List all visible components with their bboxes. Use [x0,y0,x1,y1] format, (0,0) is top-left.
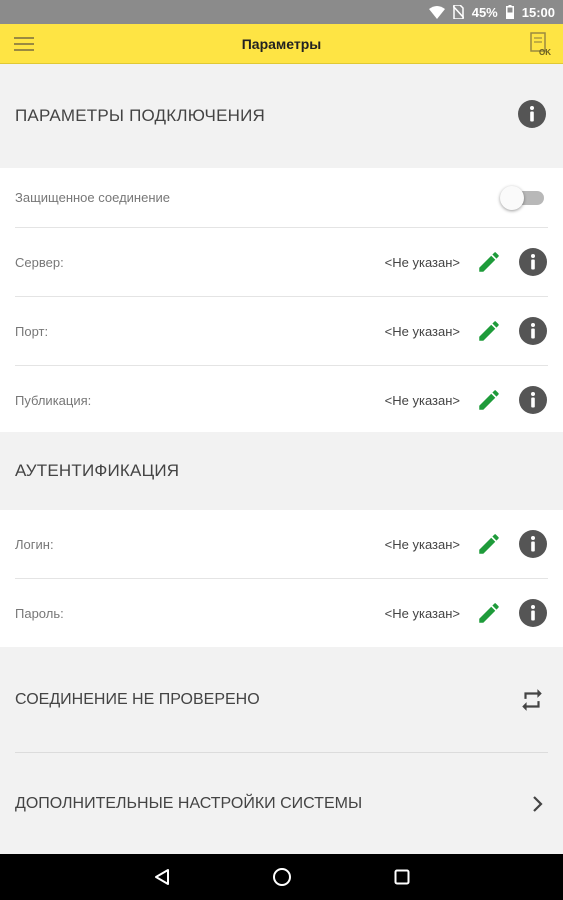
port-edit-button[interactable] [474,316,504,346]
battery-icon [505,5,514,19]
pencil-icon [479,321,499,341]
publication-label: Публикация: [15,392,92,408]
password-row: Пароль: <Не указан> [15,579,548,647]
back-button[interactable] [150,865,174,889]
info-icon [519,599,547,627]
port-label: Порт: [15,323,49,339]
chevron-right-icon [531,795,545,813]
clock: 15:00 [521,4,555,20]
login-value: <Не указан> [384,536,460,552]
secure-connection-row: Защищенное соединение [15,168,548,228]
server-edit-button[interactable] [474,247,504,277]
password-value: <Не указан> [384,605,460,621]
auth-section-header: АУТЕНТИФИКАЦИЯ [0,432,563,510]
info-icon [519,386,547,414]
server-row: Сервер: <Не указан> [15,228,548,297]
info-icon [519,530,547,558]
page-title: Параметры [241,36,322,52]
server-label: Сервер: [15,254,64,270]
connection-info-button[interactable] [518,99,546,133]
extra-settings-button[interactable]: ДОПОЛНИТЕЛЬНЫЕ НАСТРОЙКИ СИСТЕМЫ [0,753,563,854]
password-label: Пароль: [15,605,64,621]
connection-settings-group: Защищенное соединение Сервер: <Не указан… [0,168,563,432]
secure-connection-toggle[interactable] [500,185,546,210]
check-connection-button[interactable]: СОЕДИНЕНИЕ НЕ ПРОВЕРЕНО [0,647,563,752]
connection-section-header: ПАРАМЕТРЫ ПОДКЛЮЧЕНИЯ [0,64,563,168]
login-row: Логин: <Не указан> [15,510,548,579]
home-button[interactable] [270,865,294,889]
login-info-button[interactable] [518,529,548,559]
wifi-icon [428,5,445,19]
recents-button[interactable] [390,865,414,889]
info-icon [519,317,547,345]
no-sim-icon [452,5,464,19]
recents-square-icon [394,869,410,885]
publication-value: <Не указан> [384,392,460,408]
auth-section-title: АУТЕНТИФИКАЦИЯ [15,461,180,480]
pencil-icon [479,534,499,554]
back-triangle-icon [155,869,169,885]
info-icon [518,99,546,128]
login-edit-button[interactable] [474,529,504,559]
ok-document-icon: OK [530,32,551,56]
extra-settings-label: ДОПОЛНИТЕЛЬНЫЕ НАСТРОЙКИ СИСТЕМЫ [15,794,363,812]
port-value: <Не указан> [384,323,460,339]
password-edit-button[interactable] [474,598,504,628]
pencil-icon [479,252,499,272]
battery-percent: 45% [471,4,498,20]
login-label: Логин: [15,536,54,552]
toggle-thumb [500,185,524,210]
server-value: <Не указан> [384,254,460,270]
port-row: Порт: <Не указан> [15,297,548,366]
info-icon [519,248,547,276]
publication-edit-button[interactable] [474,385,504,415]
port-info-button[interactable] [518,316,548,346]
status-bar: 45% 15:00 [0,0,563,24]
publication-row: Публикация: <Не указан> [15,366,548,434]
ok-button[interactable]: OK [529,32,553,56]
password-info-button[interactable] [518,598,548,628]
connection-section-title: ПАРАМЕТРЫ ПОДКЛЮЧЕНИЯ [15,106,265,125]
publication-info-button[interactable] [518,385,548,415]
system-nav-bar [0,854,563,900]
secure-connection-label: Защищенное соединение [15,190,170,205]
svg-text:OK: OK [539,48,551,56]
server-info-button[interactable] [518,247,548,277]
pencil-icon [479,390,499,410]
check-connection-label: СОЕДИНЕНИЕ НЕ ПРОВЕРЕНО [15,690,260,708]
auth-settings-group: Логин: <Не указан> Пароль: <Не указан> [0,510,563,647]
pencil-icon [479,603,499,623]
app-bar: Параметры OK [0,24,563,64]
sync-arrows-icon [519,687,545,713]
home-circle-icon [273,868,291,886]
